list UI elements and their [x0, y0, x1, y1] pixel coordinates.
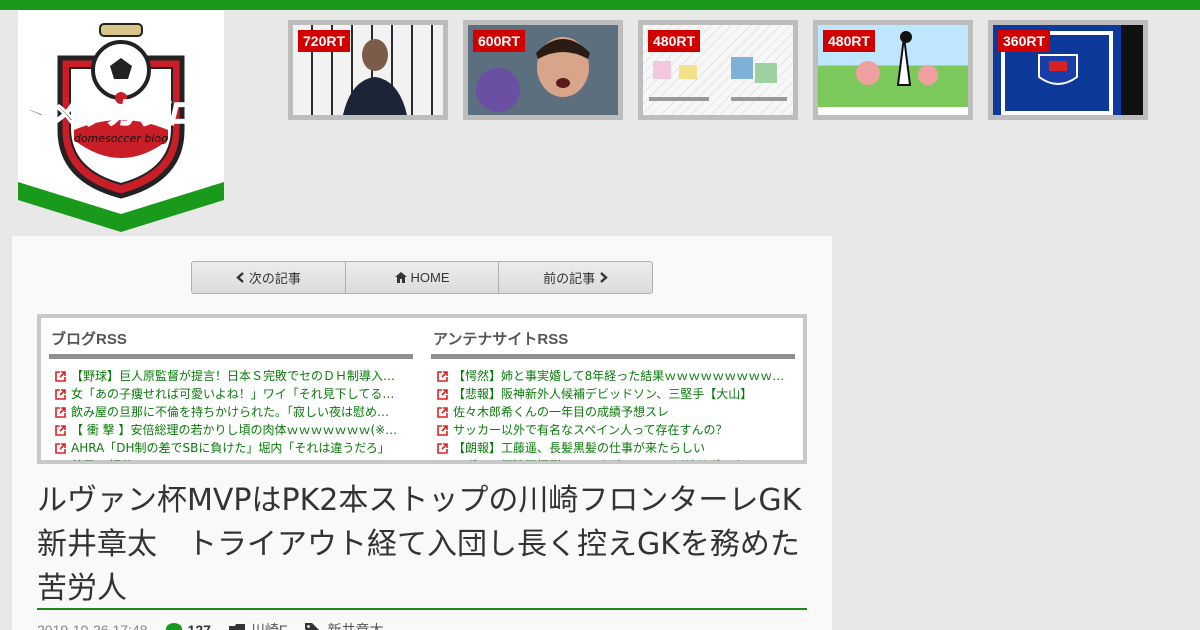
- rss-item-title: 女「あの子痩せれば可愛いよね！」ワイ「それ見下してる…: [71, 387, 395, 401]
- article-card: 次の記事 HOME 前の記事 ブログRSS 【野球】巨人原監督が提言！日本Ｓ完敗…: [12, 236, 832, 630]
- title-divider: [37, 608, 807, 610]
- external-link-icon: [437, 406, 448, 418]
- rss-item[interactable]: 【悲報】阪神新外人候補デビッドソン、三堅手【大山】: [431, 385, 795, 403]
- external-link-icon: [55, 406, 66, 418]
- blog-rss-column: ブログRSS 【野球】巨人原監督が提言！日本Ｓ完敗でセのＤＨ制導入… 女「あの子痩…: [49, 324, 413, 461]
- rss-item[interactable]: 女「あの子痩せれば可愛いよね！」ワイ「それ見下してる…: [49, 385, 413, 403]
- rss-item[interactable]: 飲み屋の旦那に不倫を持ちかけられた。「寂しい夜は慰め…: [49, 403, 413, 421]
- tag-link[interactable]: 新井章太: [305, 620, 383, 630]
- tag-label: 新井章太: [327, 622, 384, 630]
- rss-item[interactable]: 【朗報】工藤遥、長髪黒髪の仕事が来たらしい: [431, 439, 795, 457]
- external-link-icon: [437, 370, 448, 382]
- external-link-icon: [55, 424, 66, 436]
- article-meta: 2019-10-26 17:48 127 川崎F 新井章太: [37, 620, 383, 630]
- site-logo[interactable]: ドメサカブログ domesoccer blog: [18, 10, 224, 232]
- rss-item[interactable]: 佐々木郎希くんの一年目の成績予想スレ: [431, 403, 795, 421]
- article-title: ルヴァン杯MVPはPK2本ストップの川崎フロンターレGK新井章太 トライアウト経…: [37, 483, 802, 606]
- popular-thumbnail[interactable]: 480RT: [813, 20, 973, 120]
- rss-item[interactable]: AHRA「DH制の差でSBに負けた」堀内「それは違うだろ」: [49, 439, 413, 457]
- article-date: 2019-10-26 17:48: [37, 622, 148, 630]
- rss-box: ブログRSS 【野球】巨人原監督が提言！日本Ｓ完敗でセのＤＨ制導入… 女「あの子痩…: [37, 314, 807, 464]
- rss-item-title: 美馬FA振分ｗｗｗｗｗｗｗｗｗｗ: [71, 457, 253, 461]
- home-icon: [394, 272, 407, 283]
- external-link-icon: [437, 388, 448, 400]
- rss-item-title: AHRA「DH制の差でSBに負けた」堀内「それは違うだろ」: [71, 441, 390, 455]
- rss-item[interactable]: 美馬FA振分ｗｗｗｗｗｗｗｗｗｗ: [49, 457, 413, 461]
- chevron-left-icon: [236, 272, 244, 283]
- article-pager: 次の記事 HOME 前の記事: [191, 261, 653, 294]
- rss-item[interactable]: サッカー以外で有名なスペイン人って存在すんの？: [431, 421, 795, 439]
- external-link-icon: [437, 460, 448, 461]
- rt-badge: 600RT: [473, 30, 526, 52]
- rss-item[interactable]: ルヴァン杯決勝恒例のコレオグラフィー 川崎サポーター: [431, 457, 795, 461]
- popular-thumbnail[interactable]: 480RT: [638, 20, 798, 120]
- rss-item-title: 佐々木郎希くんの一年目の成績予想スレ: [453, 405, 670, 419]
- category-label: 川崎F: [250, 622, 288, 630]
- folder-icon: [228, 623, 245, 630]
- external-link-icon: [437, 442, 448, 454]
- external-link-icon: [437, 424, 448, 436]
- rss-item[interactable]: 【 衝 撃 】安倍総理の若かりし頃の肉体ｗｗｗｗｗｗｗ(※…: [49, 421, 413, 439]
- antenna-rss-heading: アンテナサイトRSS: [431, 324, 795, 359]
- rt-badge: 720RT: [298, 30, 351, 52]
- external-link-icon: [55, 388, 66, 400]
- comment-icon: [165, 623, 182, 630]
- chevron-right-icon: [600, 272, 608, 283]
- category-link[interactable]: 川崎F: [228, 620, 288, 630]
- blog-rss-heading: ブログRSS: [49, 324, 413, 359]
- rss-item-title: 【 衝 撃 】安倍総理の若かりし頃の肉体ｗｗｗｗｗｗｗ(※…: [71, 423, 398, 437]
- prev-article-button[interactable]: 前の記事: [499, 262, 652, 293]
- rss-item-title: サッカー以外で有名なスペイン人って存在すんの？: [453, 423, 728, 437]
- popular-thumbnail[interactable]: 720RT: [288, 20, 448, 120]
- rss-item-title: 【朗報】工藤遥、長髪黒髪の仕事が来たらしい: [453, 441, 706, 455]
- next-article-label: 次の記事: [248, 271, 301, 286]
- logo-text: ドメサカブログ: [18, 97, 224, 132]
- rt-badge: 360RT: [998, 30, 1051, 52]
- rss-item-title: 【愕然】姉と事実婚して8年経った結果ｗｗｗｗｗｗｗｗｗ…: [453, 369, 785, 383]
- rt-badge: 480RT: [823, 30, 876, 52]
- external-link-icon: [55, 442, 66, 454]
- logo-subtext: domesoccer blog: [74, 132, 168, 145]
- external-link-icon: [55, 460, 66, 461]
- external-link-icon: [55, 370, 66, 382]
- antenna-rss-list: 【愕然】姉と事実婚して8年経った結果ｗｗｗｗｗｗｗｗｗ… 【悲報】阪神新外人候補デ…: [431, 367, 795, 461]
- antenna-rss-column: アンテナサイトRSS 【愕然】姉と事実婚して8年経った結果ｗｗｗｗｗｗｗｗｗ… 【…: [431, 324, 795, 461]
- home-button[interactable]: HOME: [346, 262, 500, 293]
- rss-item-title: 【悲報】阪神新外人候補デビッドソン、三堅手【大山】: [453, 387, 753, 401]
- rss-item-title: 飲み屋の旦那に不倫を持ちかけられた。「寂しい夜は慰め…: [71, 405, 390, 419]
- next-article-button[interactable]: 次の記事: [192, 262, 346, 293]
- rss-item[interactable]: 【愕然】姉と事実婚して8年経った結果ｗｗｗｗｗｗｗｗｗ…: [431, 367, 795, 385]
- popular-thumbnail[interactable]: 600RT: [463, 20, 623, 120]
- comment-count: 127: [187, 622, 211, 630]
- tag-icon: [305, 623, 320, 630]
- popular-thumbnail[interactable]: 360RT: [988, 20, 1148, 120]
- rss-item[interactable]: 【野球】巨人原監督が提言！日本Ｓ完敗でセのＤＨ制導入…: [49, 367, 413, 385]
- home-label: HOME: [410, 270, 450, 285]
- comments-link[interactable]: 127: [165, 622, 211, 630]
- rt-badge: 480RT: [648, 30, 701, 52]
- blog-rss-list: 【野球】巨人原監督が提言！日本Ｓ完敗でセのＤＨ制導入… 女「あの子痩せれば可愛いよ…: [49, 367, 413, 461]
- prev-article-label: 前の記事: [543, 271, 596, 286]
- top-accent-bar: [0, 0, 1200, 10]
- rss-item-title: 【野球】巨人原監督が提言！日本Ｓ完敗でセのＤＨ制導入…: [71, 369, 396, 383]
- rss-item-title: ルヴァン杯決勝恒例のコレオグラフィー 川崎サポーター: [453, 457, 756, 461]
